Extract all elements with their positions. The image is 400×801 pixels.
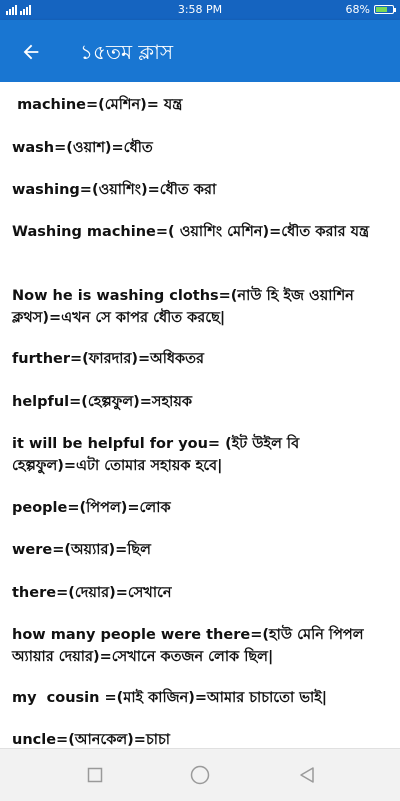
navigation-bar <box>0 748 400 801</box>
list-item: there=(দেয়ার)=সেখানে <box>12 585 172 601</box>
list-item: wash=(ওয়াশ)=ধৌত <box>12 140 153 156</box>
list-item: my cousin =(মাই কাজিন)=আমার চাচাতো ভাই| <box>12 690 328 706</box>
list-item: machine=(মেশিন)= যন্ত্র <box>12 97 183 113</box>
page-title: ১৫তম ক্লাস <box>80 40 174 64</box>
app-bar: ১৫তম ক্লাস <box>0 20 400 82</box>
list-item: Washing machine=( ওয়াশিং মেশিন)=ধৌত করা… <box>12 224 370 240</box>
nav-back-button[interactable] <box>295 763 319 787</box>
list-item: Now he is washing cloths=(নাউ হি ইজ ওয়া… <box>12 288 359 326</box>
back-icon <box>300 767 314 783</box>
list-item: uncle=(আনকেল)=চাচা <box>12 732 171 748</box>
list-item: were=(অয়্যার)=ছিল <box>12 542 151 558</box>
status-bar: 3:58 PM 68% <box>0 0 400 20</box>
list-item: helpful=(হেল্পফুল)=সহায়ক <box>12 394 193 410</box>
list-item: further=(ফারদার)=অধিকতর <box>12 351 204 367</box>
back-button[interactable] <box>14 35 48 69</box>
home-button[interactable] <box>188 763 212 787</box>
recent-apps-button[interactable] <box>83 763 107 787</box>
recent-apps-icon <box>87 767 103 783</box>
battery-percent: 68% <box>345 3 370 16</box>
home-icon <box>190 765 210 785</box>
status-time: 3:58 PM <box>177 3 223 16</box>
battery-status: 68% <box>345 3 396 16</box>
list-item: washing=(ওয়াশিং)=ধৌত করা <box>12 182 217 198</box>
arrow-left-icon <box>23 44 39 60</box>
list-item: it will be helpful for you= (ইট উইল বি হ… <box>12 436 305 474</box>
list-item: people=(পিপল)=লোক <box>12 500 171 516</box>
vocab-list[interactable]: machine=(মেশিন)= যন্ত্র wash=(ওয়াশ)=ধৌত… <box>0 82 400 748</box>
battery-icon <box>374 5 396 14</box>
list-item: how many people were there=(হাউ মেনি পিপ… <box>12 627 369 665</box>
